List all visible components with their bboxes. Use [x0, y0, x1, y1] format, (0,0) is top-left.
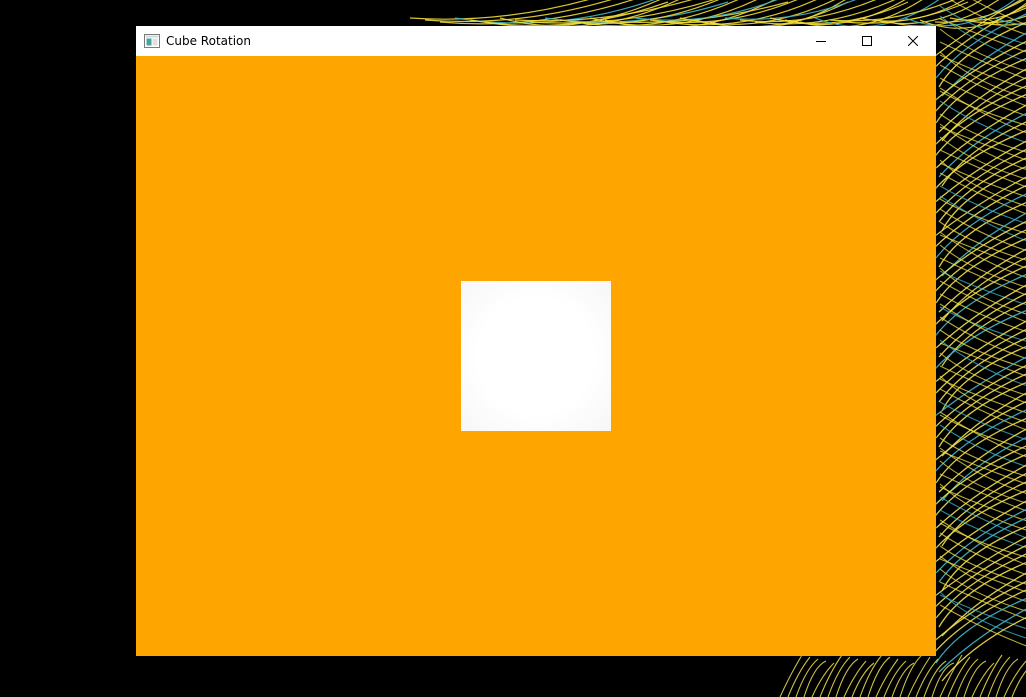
app-window: Cube Rotation [136, 26, 936, 656]
maximize-button[interactable] [844, 26, 890, 56]
title-bar[interactable]: Cube Rotation [136, 26, 936, 56]
maximize-icon [862, 36, 872, 46]
close-button[interactable] [890, 26, 936, 56]
window-controls [798, 26, 936, 56]
minimize-button[interactable] [798, 26, 844, 56]
cube [461, 281, 611, 431]
close-icon [908, 36, 918, 46]
desktop: Cube Rotation [0, 0, 1026, 697]
app-window-icon [144, 33, 160, 49]
minimize-icon [816, 41, 826, 42]
render-canvas[interactable] [136, 56, 936, 656]
window-title: Cube Rotation [166, 34, 251, 48]
